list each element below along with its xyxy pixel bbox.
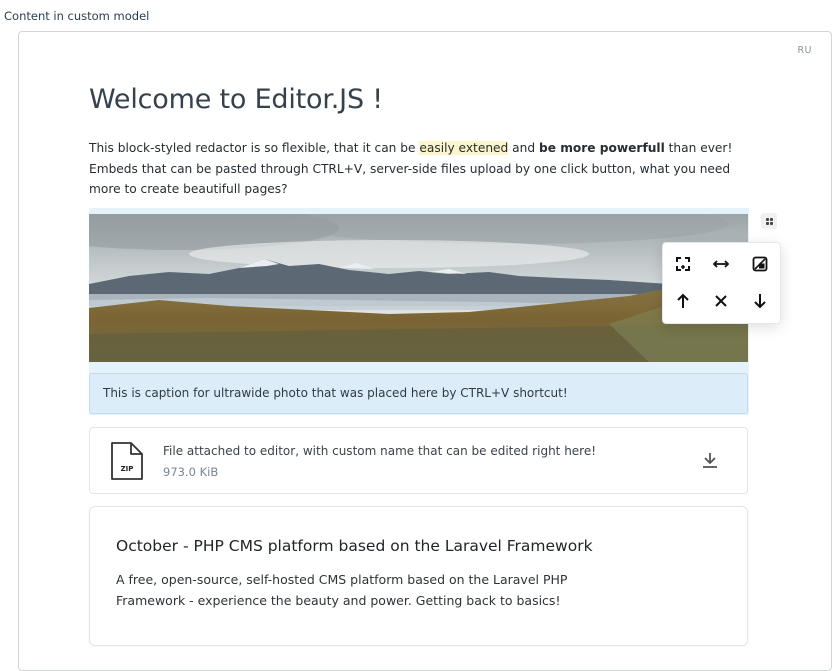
image-caption[interactable]: This is caption for ultrawide photo that… bbox=[89, 373, 748, 414]
link-preview-card[interactable]: October - PHP CMS platform based on the … bbox=[89, 506, 748, 646]
attachment-title[interactable]: File attached to editor, with custom nam… bbox=[163, 444, 596, 458]
arrow-down-icon[interactable] bbox=[747, 288, 773, 314]
zip-file-icon: ZIP bbox=[110, 441, 144, 485]
link-description: A free, open-source, self-hosted CMS pla… bbox=[116, 572, 568, 608]
landscape-photo[interactable] bbox=[89, 214, 748, 362]
marked-text: easily extened bbox=[419, 141, 509, 155]
stretch-icon[interactable] bbox=[708, 251, 734, 277]
close-icon[interactable] bbox=[708, 288, 734, 314]
block-settings-button[interactable] bbox=[761, 213, 777, 229]
editor-paragraph[interactable]: This block-styled redactor is so flexibl… bbox=[89, 138, 755, 200]
paragraph-text: This block-styled redactor is so flexibl… bbox=[89, 141, 420, 155]
image-tune-popover bbox=[662, 242, 781, 324]
background-icon[interactable] bbox=[747, 251, 773, 277]
bold-text: be more powerfull bbox=[538, 141, 665, 155]
editor-heading[interactable]: Welcome to Editor.JS ! bbox=[89, 84, 383, 115]
border-icon[interactable] bbox=[670, 251, 696, 277]
svg-text:ZIP: ZIP bbox=[121, 465, 134, 473]
attachment-block[interactable]: ZIP File attached to editor, with custom… bbox=[89, 427, 748, 494]
download-icon[interactable] bbox=[701, 451, 719, 473]
field-label: Content in custom model bbox=[4, 9, 150, 23]
arrow-up-icon[interactable] bbox=[670, 288, 696, 314]
link-title[interactable]: October - PHP CMS platform based on the … bbox=[116, 537, 593, 555]
attachment-size: 973.0 KiB bbox=[163, 465, 219, 479]
paragraph-text: and bbox=[508, 141, 539, 155]
language-badge[interactable]: RU bbox=[797, 45, 812, 56]
